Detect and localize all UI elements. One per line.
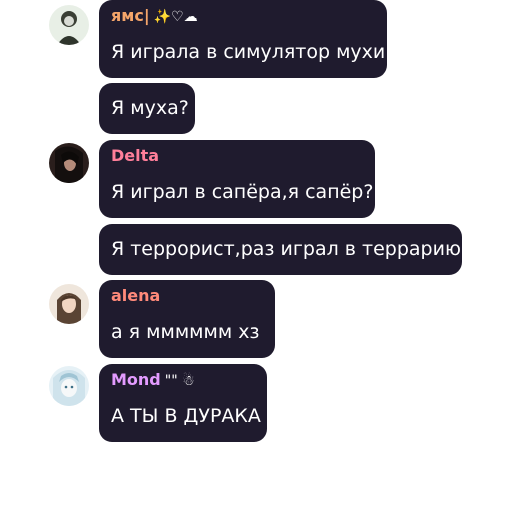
message-bubble[interactable]: Mond "" ☃ А ТЫ В ДУРАКА xyxy=(99,364,267,442)
avatar-mond[interactable] xyxy=(49,366,89,406)
author-name[interactable]: Delta xyxy=(111,146,159,165)
message-bubble[interactable]: ямс| ✨♡☁ Я играла в симулятор мухи xyxy=(99,0,387,78)
author-name[interactable]: alena xyxy=(111,286,160,305)
message-text: Я муха? xyxy=(111,97,189,119)
avatar-yams[interactable] xyxy=(49,5,89,45)
message-bubble[interactable]: Я муха? xyxy=(99,83,195,134)
message-text: А ТЫ В ДУРАКА xyxy=(111,405,261,427)
author-decoration: ✨♡☁ xyxy=(153,9,198,25)
message-text: Я играл в сапёра,я сапёр? xyxy=(111,181,374,203)
avatar-delta[interactable] xyxy=(49,143,89,183)
chat-window: ямс| ✨♡☁ Я играла в симулятор мухи Я муха… xyxy=(0,0,512,512)
message-text: а я мммммм хз xyxy=(111,321,260,343)
message-text: Я террорист,раз играл в террарию xyxy=(111,238,461,260)
message-bubble[interactable]: Delta Я играл в сапёра,я сапёр? xyxy=(99,140,375,218)
message-bubble[interactable]: Я террорист,раз играл в террарию xyxy=(99,224,462,275)
message-bubble[interactable]: alena а я мммммм хз xyxy=(99,280,275,358)
message-text: Я играла в симулятор мухи xyxy=(111,41,386,63)
author-name[interactable]: ямс| xyxy=(111,6,150,25)
author-name[interactable]: Mond xyxy=(111,370,161,389)
avatar-alena[interactable] xyxy=(49,284,89,324)
author-decoration: "" ☃ xyxy=(164,373,195,389)
